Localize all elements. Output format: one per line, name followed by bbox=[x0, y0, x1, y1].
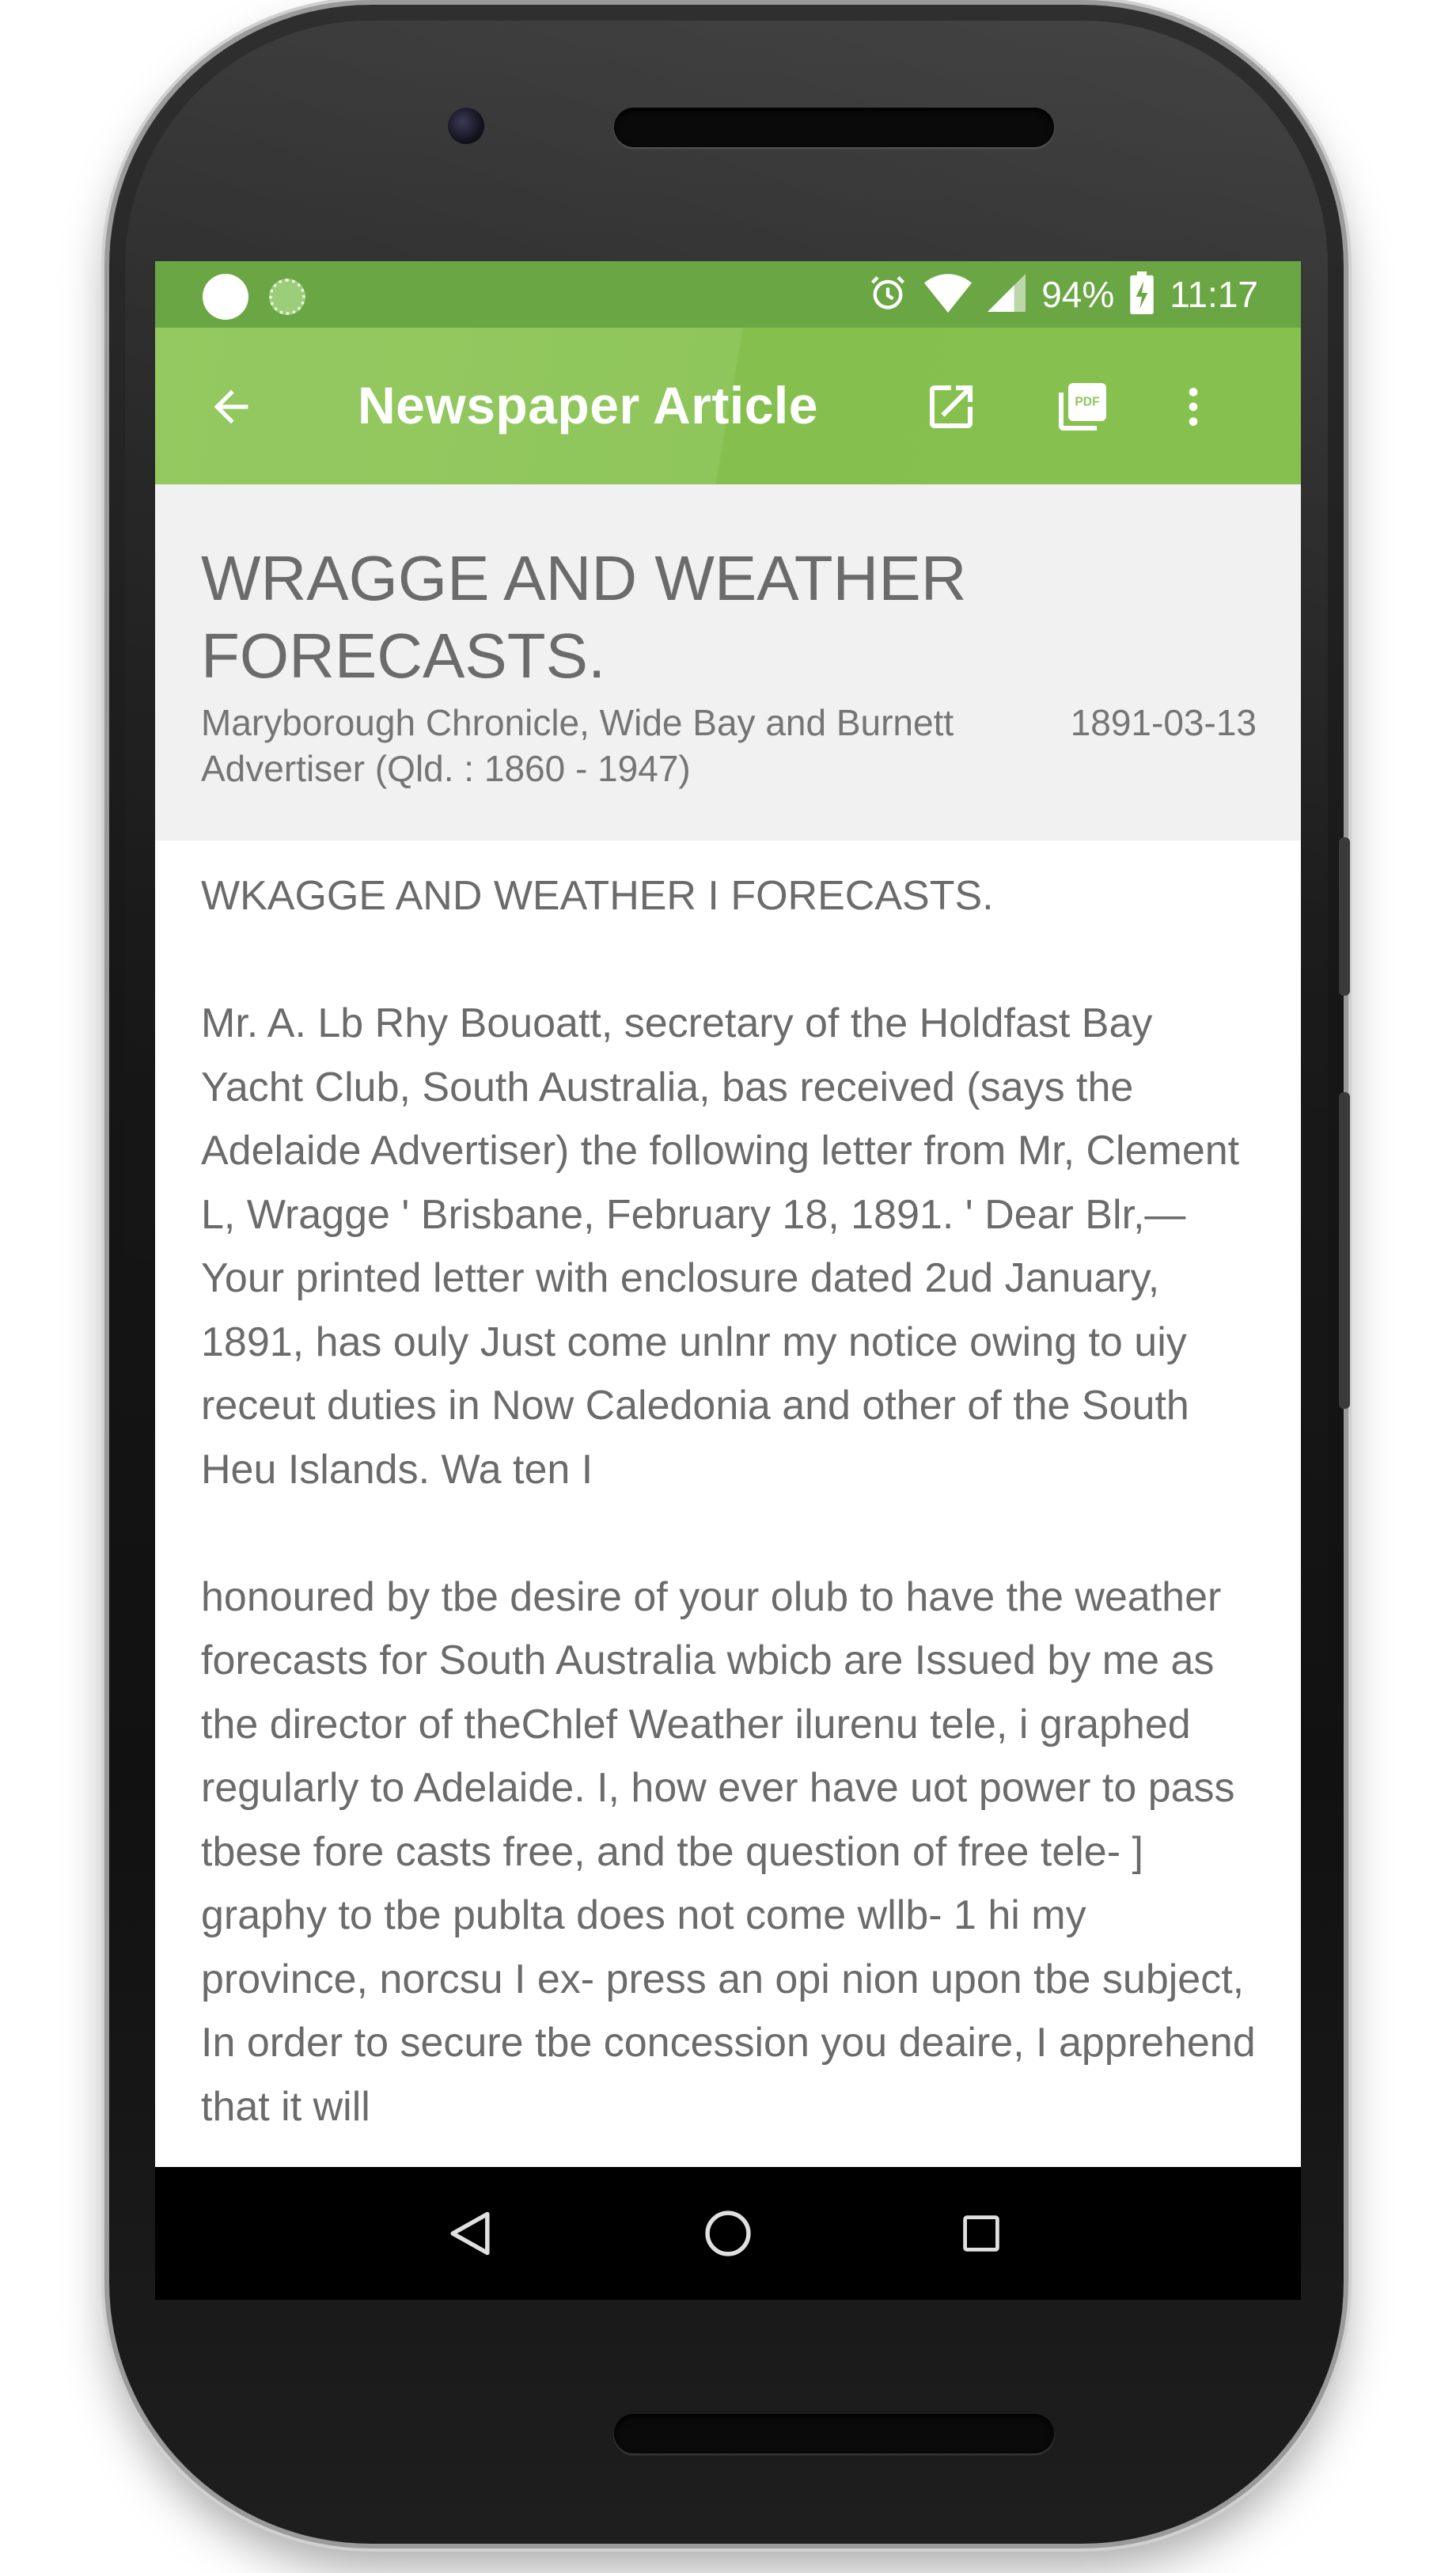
nav-back-icon bbox=[450, 2211, 490, 2256]
navigation-bar bbox=[155, 2167, 1301, 2300]
more-vert-icon bbox=[1189, 388, 1198, 426]
alarm-icon bbox=[867, 272, 908, 317]
nav-home-button[interactable] bbox=[696, 2202, 760, 2265]
screen: 94% 11:17 Newspaper Article PDF WRAGGE A… bbox=[155, 261, 1301, 2300]
battery-charging-icon bbox=[1130, 271, 1155, 318]
nav-back-button[interactable] bbox=[438, 2202, 502, 2265]
sync-icon bbox=[269, 279, 305, 315]
app-bar: Newspaper Article PDF bbox=[155, 328, 1301, 484]
more-options-button[interactable] bbox=[1155, 369, 1231, 445]
article-paragraph: Mr. A. Lb Rhy Bouoatt, secretary of the … bbox=[201, 1000, 1240, 1493]
top-speaker bbox=[614, 108, 1054, 147]
nav-recents-button[interactable] bbox=[950, 2202, 1013, 2265]
nav-home-icon bbox=[705, 2211, 751, 2256]
article-body: WKAGGE AND WEATHER I FORECASTS. Mr. A. L… bbox=[201, 864, 1261, 2203]
article-date: 1891-03-13 bbox=[1070, 702, 1257, 743]
article-paragraph: honoured by tbe desire of your olub to h… bbox=[201, 1573, 1256, 2130]
arrow-back-icon bbox=[214, 389, 248, 424]
stage: 94% 11:17 Newspaper Article PDF WRAGGE A… bbox=[0, 0, 1456, 2573]
status-bar: 94% 11:17 bbox=[155, 261, 1301, 328]
pdf-icon: PDF bbox=[1059, 383, 1106, 431]
bottom-speaker bbox=[614, 2414, 1054, 2453]
open-in-new-icon bbox=[930, 385, 973, 428]
signal-icon bbox=[988, 273, 1026, 316]
power-button bbox=[1339, 837, 1350, 996]
article-title: WRAGGE AND WEATHER FORECASTS. bbox=[201, 543, 967, 691]
volume-button bbox=[1339, 1092, 1350, 1409]
article-source: Maryborough Chronicle, Wide Bay and Burn… bbox=[201, 702, 954, 789]
nav-recents-icon bbox=[963, 2215, 999, 2252]
wifi-icon bbox=[924, 272, 973, 317]
app-bar-title: Newspaper Article bbox=[358, 376, 818, 435]
article-paragraph: WKAGGE AND WEATHER I FORECASTS. bbox=[201, 873, 994, 919]
svg-text:PDF: PDF bbox=[1075, 396, 1099, 409]
article-header: WRAGGE AND WEATHER FORECASTS. Maryboroug… bbox=[155, 484, 1301, 841]
battery-percent: 94% bbox=[1041, 274, 1115, 315]
clock: 11:17 bbox=[1170, 274, 1258, 315]
front-camera bbox=[448, 108, 484, 144]
notification-icons bbox=[203, 274, 305, 320]
open-in-browser-button[interactable] bbox=[913, 369, 989, 445]
back-button[interactable] bbox=[193, 369, 269, 445]
status-icons: 94% 11:17 bbox=[867, 271, 1258, 318]
pdf-button[interactable]: PDF bbox=[1045, 369, 1120, 445]
notification-icon bbox=[203, 274, 248, 320]
